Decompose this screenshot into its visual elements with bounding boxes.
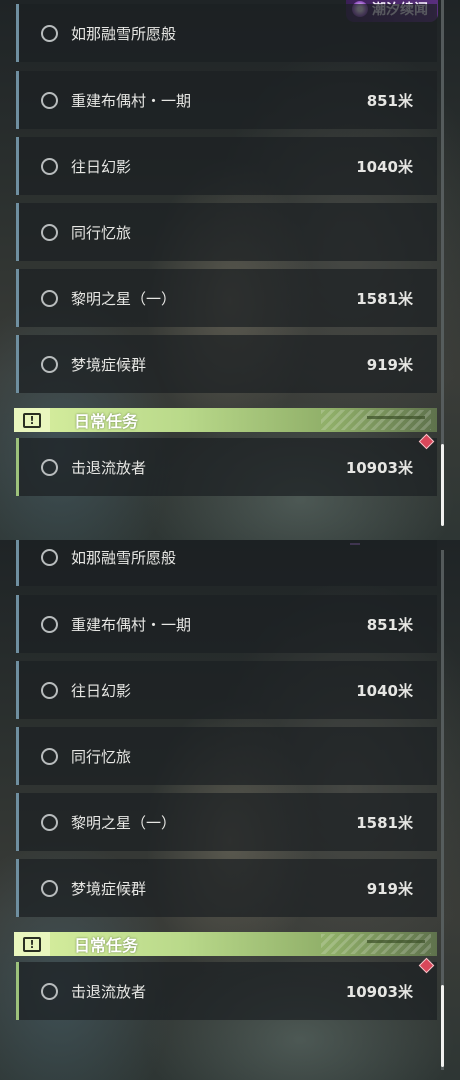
header-stripes xyxy=(321,410,431,430)
quest-name: 往日幻影 xyxy=(71,681,132,700)
quest-item[interactable]: 往日幻影 1040米 xyxy=(16,137,437,195)
radio-circle-icon xyxy=(41,813,58,831)
quest-item[interactable]: 黎明之星（一） 1581米 xyxy=(16,269,437,327)
quest-distance: 1040米 xyxy=(356,681,413,700)
quest-item[interactable]: 重建布偶村・一期 851米 xyxy=(16,595,437,653)
radio-circle-icon xyxy=(41,681,58,699)
quest-distance: 851米 xyxy=(366,615,413,634)
quest-item[interactable]: 同行忆旅 xyxy=(16,203,437,261)
radio-circle-icon xyxy=(41,458,58,476)
header-deco-line xyxy=(367,940,425,943)
quest-name: 同行忆旅 xyxy=(71,223,132,242)
quest-name: 黎明之星（一） xyxy=(71,813,177,832)
radio-circle-icon xyxy=(41,24,58,42)
section-title: 日常任务 xyxy=(74,936,139,955)
radio-circle-icon xyxy=(41,747,58,765)
quest-distance: 919米 xyxy=(366,879,413,898)
quest-item[interactable]: 梦境症候群 919米 xyxy=(16,859,437,917)
quest-item[interactable]: 黎明之星（一） 1581米 xyxy=(16,793,437,851)
radio-circle-icon xyxy=(41,982,58,1000)
header-deco-line xyxy=(367,416,425,419)
radio-circle-icon xyxy=(41,91,58,109)
quest-name: 梦境症候群 xyxy=(71,879,147,898)
quest-item[interactable]: 重建布偶村・一期 851米 xyxy=(16,71,437,129)
radio-circle-icon xyxy=(41,548,58,566)
quest-distance: 10903米 xyxy=(345,982,413,1001)
quest-name: 同行忆旅 xyxy=(71,747,132,766)
radio-circle-icon xyxy=(41,615,58,633)
radio-circle-icon xyxy=(41,879,58,897)
daily-quest-item[interactable]: 击退流放者 10903米 xyxy=(16,438,437,496)
exclamation-box-icon: ! xyxy=(23,936,41,952)
quest-panel-bottom: 如那融雪所愿般 重建布偶村・一期 851米 往日幻影 1040米 同行忆旅 黎明… xyxy=(0,540,460,1080)
scrollbar-thumb[interactable] xyxy=(441,444,444,526)
quest-item[interactable]: 如那融雪所愿般 xyxy=(16,540,437,586)
quest-item[interactable]: 梦境症候群 919米 xyxy=(16,335,437,393)
quest-name: 黎明之星（一） xyxy=(71,289,177,308)
quest-name: 击退流放者 xyxy=(71,982,147,1001)
quest-name: 重建布偶村・一期 xyxy=(71,91,192,110)
radio-circle-icon xyxy=(41,223,58,241)
header-stripes xyxy=(321,934,431,954)
quest-distance: 851米 xyxy=(366,91,413,110)
radio-circle-icon xyxy=(41,157,58,175)
radio-circle-icon xyxy=(41,289,58,307)
quest-name: 往日幻影 xyxy=(71,157,132,176)
daily-section-header[interactable]: ! 日常任务 xyxy=(14,408,437,432)
scrollbar-thumb[interactable] xyxy=(441,985,444,1067)
quest-name: 如那融雪所愿般 xyxy=(71,548,177,567)
quest-name: 重建布偶村・一期 xyxy=(71,615,192,634)
quest-panel-top: 潮汐续闻 如那融雪所愿般 重建布偶村・一期 851米 往日幻影 1040米 同行… xyxy=(0,0,460,540)
quest-name: 梦境症候群 xyxy=(71,355,147,374)
exclamation-box-icon: ! xyxy=(23,412,41,428)
quest-item[interactable]: 往日幻影 1040米 xyxy=(16,661,437,719)
section-icon-box: ! xyxy=(14,408,50,432)
quest-distance: 919米 xyxy=(366,355,413,374)
daily-section-header[interactable]: ! 日常任务 xyxy=(14,932,437,956)
section-title: 日常任务 xyxy=(74,412,139,431)
daily-quest-item[interactable]: 击退流放者 10903米 xyxy=(16,962,437,1020)
quest-item[interactable]: 如那融雪所愿般 xyxy=(16,4,437,62)
section-icon-box: ! xyxy=(14,932,50,956)
quest-item[interactable]: 同行忆旅 xyxy=(16,727,437,785)
quest-distance: 1040米 xyxy=(356,157,413,176)
quest-distance: 1581米 xyxy=(356,813,413,832)
quest-name: 如那融雪所愿般 xyxy=(71,24,177,43)
quest-distance: 1581米 xyxy=(356,289,413,308)
radio-circle-icon xyxy=(41,355,58,373)
quest-name: 击退流放者 xyxy=(71,458,147,477)
quest-distance: 10903米 xyxy=(345,458,413,477)
